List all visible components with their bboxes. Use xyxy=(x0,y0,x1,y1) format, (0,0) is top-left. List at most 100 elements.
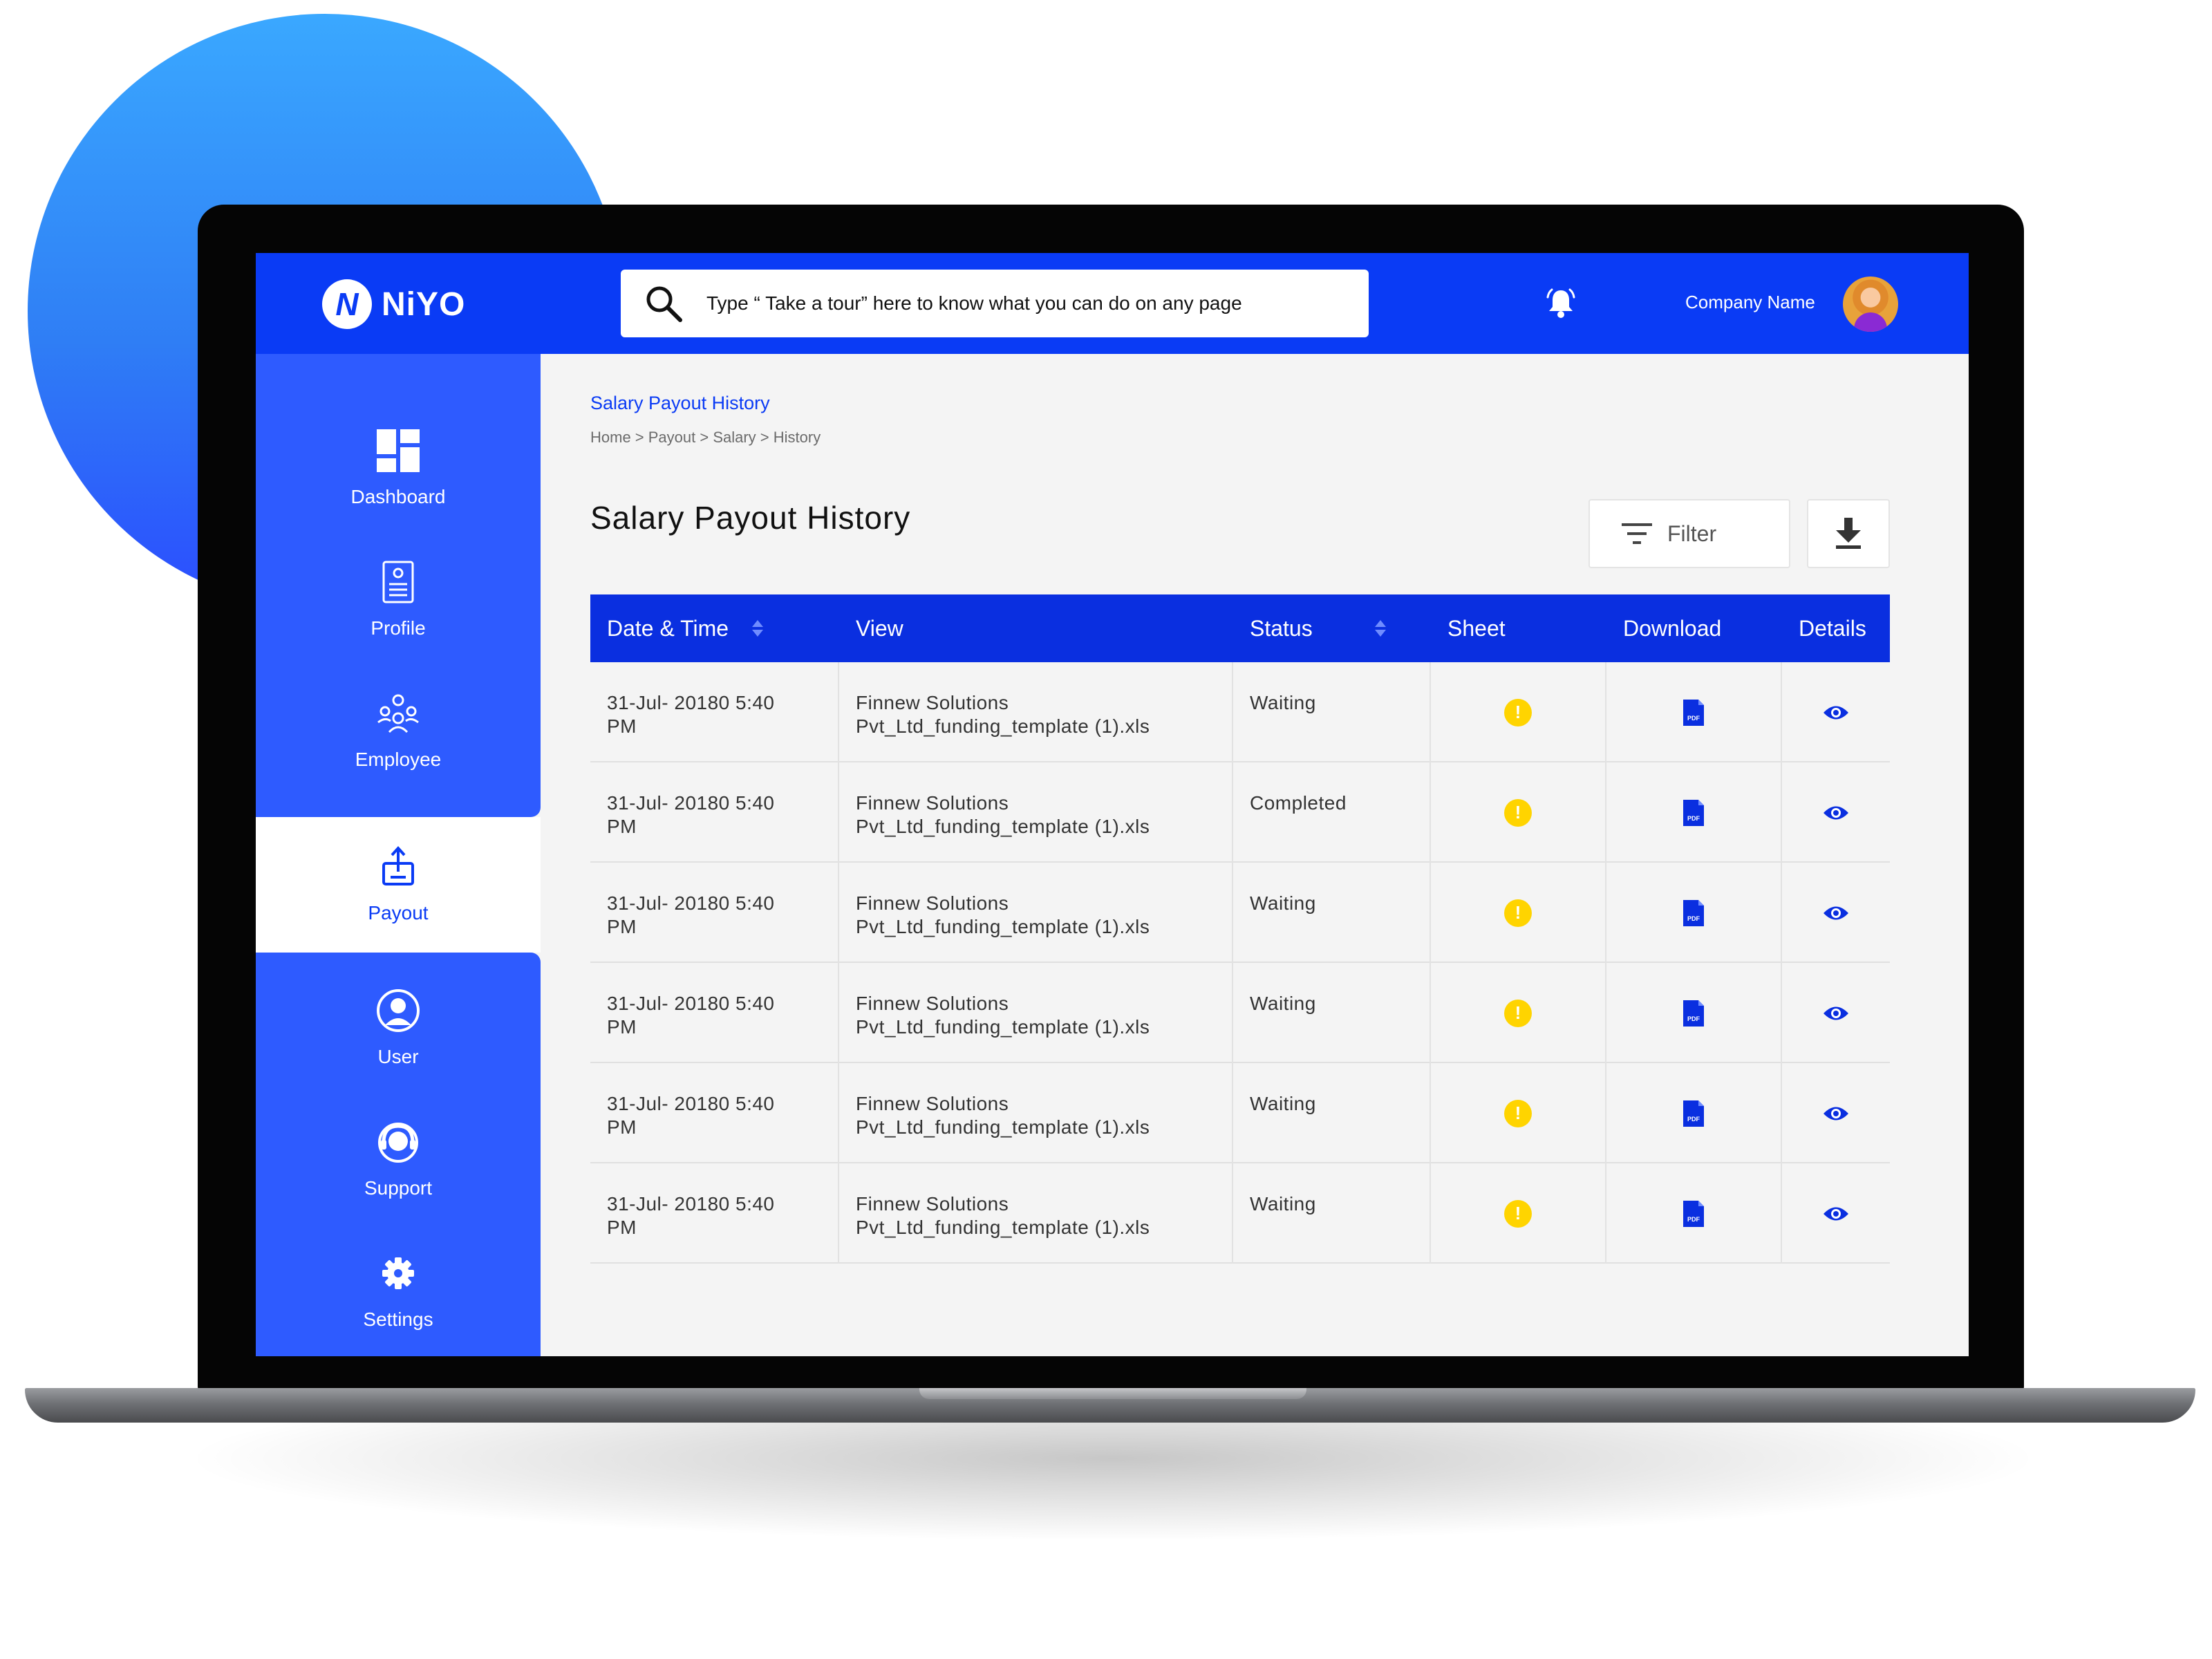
notification-bell-icon[interactable] xyxy=(1546,288,1576,319)
view-cell[interactable]: Finnew Solutions Pvt_Ltd_funding_templat… xyxy=(839,1163,1233,1264)
date-cell: 31-Jul- 20180 5:40 PM xyxy=(590,1063,839,1163)
date-text: 31-Jul- 20180 5:40 PM xyxy=(607,1192,775,1239)
filter-label: Filter xyxy=(1667,521,1717,546)
sidebar-item-support[interactable]: Support xyxy=(256,1100,541,1218)
sidebar-item-employee[interactable]: Employee xyxy=(256,672,541,789)
sheet-cell: ! xyxy=(1431,762,1606,863)
details-cell xyxy=(1782,863,1890,963)
date-text: 31-Jul- 20180 5:40 PM xyxy=(607,992,775,1039)
file-name: Finnew Solutions Pvt_Ltd_funding_templat… xyxy=(856,691,1150,738)
eye-icon[interactable] xyxy=(1822,1205,1850,1223)
sidebar-item-profile[interactable]: Profile xyxy=(256,541,541,658)
eye-icon[interactable] xyxy=(1822,1105,1850,1123)
date-cell: 31-Jul- 20180 5:40 PM xyxy=(590,863,839,963)
pdf-label: PDF xyxy=(1687,1116,1700,1123)
date-line: 31-Jul- 20180 5:40 xyxy=(607,692,775,713)
warning-icon[interactable]: ! xyxy=(1504,698,1532,727)
eye-icon[interactable] xyxy=(1822,804,1850,822)
eye-icon[interactable] xyxy=(1822,1004,1850,1022)
pdf-file-icon[interactable]: PDF xyxy=(1682,999,1705,1028)
column-label: Status xyxy=(1250,615,1313,641)
column-header-download: Download xyxy=(1606,594,1782,662)
pdf-label: PDF xyxy=(1687,1216,1700,1223)
sidebar-item-user[interactable]: User xyxy=(256,969,541,1087)
sidebar-item-payout[interactable]: Payout xyxy=(256,825,541,943)
company-name[interactable]: Company Name xyxy=(1685,292,1815,313)
filter-button[interactable]: Filter xyxy=(1588,499,1790,568)
warning-icon[interactable]: ! xyxy=(1504,798,1532,827)
date-line: 31-Jul- 20180 5:40 xyxy=(607,993,775,1014)
employee-group-icon xyxy=(377,694,419,733)
company-line: Finnew Solutions xyxy=(856,993,1009,1014)
download-cell: PDF xyxy=(1606,963,1782,1063)
sidebar-item-label: Payout xyxy=(368,902,429,924)
time-period: PM xyxy=(607,1016,637,1038)
sidebar-item-label: Dashboard xyxy=(350,486,446,507)
company-line: Finnew Solutions xyxy=(856,692,1009,713)
column-label: Download xyxy=(1623,615,1722,641)
status-cell: Waiting xyxy=(1233,1163,1431,1264)
sidebar-item-label: Support xyxy=(364,1177,433,1199)
pdf-label: PDF xyxy=(1687,915,1700,922)
view-cell[interactable]: Finnew Solutions Pvt_Ltd_funding_templat… xyxy=(839,863,1233,963)
details-cell xyxy=(1782,662,1890,762)
view-cell[interactable]: Finnew Solutions Pvt_Ltd_funding_templat… xyxy=(839,963,1233,1063)
pdf-label: PDF xyxy=(1687,715,1700,722)
table-row: 31-Jul- 20180 5:40 PM Finnew Solutions P… xyxy=(590,762,1890,863)
status-text: Waiting xyxy=(1250,692,1316,713)
file-name: Finnew Solutions Pvt_Ltd_funding_templat… xyxy=(856,892,1150,939)
company-line: Finnew Solutions xyxy=(856,1193,1009,1215)
pdf-file-icon[interactable]: PDF xyxy=(1682,899,1705,928)
sort-icon[interactable] xyxy=(1374,620,1386,637)
status-cell: Waiting xyxy=(1233,863,1431,963)
eye-icon[interactable] xyxy=(1822,704,1850,722)
view-cell[interactable]: Finnew Solutions Pvt_Ltd_funding_templat… xyxy=(839,1063,1233,1163)
status-text: Waiting xyxy=(1250,993,1316,1014)
date-line: 31-Jul- 20180 5:40 xyxy=(607,1193,775,1215)
date-text: 31-Jul- 20180 5:40 PM xyxy=(607,1092,775,1139)
download-button[interactable] xyxy=(1807,499,1890,568)
details-cell xyxy=(1782,963,1890,1063)
status-text: Waiting xyxy=(1250,1093,1316,1114)
column-header-date[interactable]: Date & Time xyxy=(590,594,839,662)
filename-line: Pvt_Ltd_funding_template (1).xls xyxy=(856,1116,1150,1138)
date-line: 31-Jul- 20180 5:40 xyxy=(607,1093,775,1114)
sidebar-item-dashboard[interactable]: Dashboard xyxy=(256,409,541,527)
warning-icon[interactable]: ! xyxy=(1504,999,1532,1027)
breadcrumb[interactable]: Home > Payout > Salary > History xyxy=(590,429,821,447)
status-text: Waiting xyxy=(1250,892,1316,914)
pdf-file-icon[interactable]: PDF xyxy=(1682,1099,1705,1128)
breadcrumb-title[interactable]: Salary Payout History xyxy=(590,393,770,414)
file-name: Finnew Solutions Pvt_Ltd_funding_templat… xyxy=(856,791,1150,838)
search-bar[interactable]: Type “ Take a tour” here to know what yo… xyxy=(621,270,1369,337)
date-cell: 31-Jul- 20180 5:40 PM xyxy=(590,662,839,762)
view-cell[interactable]: Finnew Solutions Pvt_Ltd_funding_templat… xyxy=(839,762,1233,863)
pdf-file-icon[interactable]: PDF xyxy=(1682,1199,1705,1228)
time-period: PM xyxy=(607,1116,637,1138)
status-text: Completed xyxy=(1250,792,1347,814)
sort-icon[interactable] xyxy=(752,620,764,637)
eye-icon[interactable] xyxy=(1822,904,1850,922)
sidebar-item-settings[interactable]: Settings xyxy=(256,1232,541,1349)
filename-line: Pvt_Ltd_funding_template (1).xls xyxy=(856,715,1150,737)
pdf-file-icon[interactable]: PDF xyxy=(1682,698,1705,727)
date-cell: 31-Jul- 20180 5:40 PM xyxy=(590,963,839,1063)
logo-mark-icon: N xyxy=(322,279,372,329)
sheet-cell: ! xyxy=(1431,863,1606,963)
details-cell xyxy=(1782,1063,1890,1163)
time-period: PM xyxy=(607,715,637,737)
column-header-view: View xyxy=(839,594,1233,662)
pdf-file-icon[interactable]: PDF xyxy=(1682,798,1705,827)
warning-icon[interactable]: ! xyxy=(1504,1099,1532,1127)
sidebar-item-label: Profile xyxy=(371,617,426,639)
avatar[interactable] xyxy=(1843,276,1898,332)
table-body: 31-Jul- 20180 5:40 PM Finnew Solutions P… xyxy=(590,662,1890,1264)
view-cell[interactable]: Finnew Solutions Pvt_Ltd_funding_templat… xyxy=(839,662,1233,762)
search-input[interactable]: Type “ Take a tour” here to know what yo… xyxy=(706,292,1242,315)
date-text: 31-Jul- 20180 5:40 PM xyxy=(607,691,775,738)
logo[interactable]: N NiYO xyxy=(322,279,465,329)
warning-icon[interactable]: ! xyxy=(1504,1199,1532,1228)
column-header-status[interactable]: Status xyxy=(1233,594,1431,662)
filter-icon xyxy=(1622,523,1652,544)
warning-icon[interactable]: ! xyxy=(1504,899,1532,927)
